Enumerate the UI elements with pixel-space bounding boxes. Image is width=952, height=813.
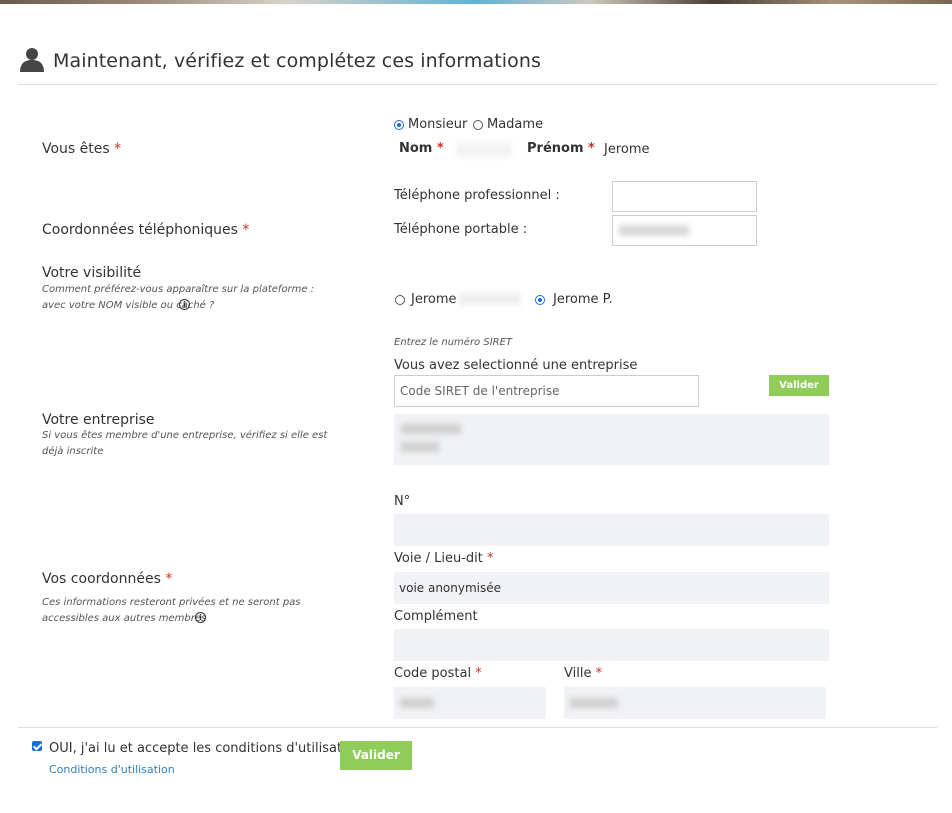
terms-link[interactable]: Conditions d'utilisation xyxy=(49,763,175,776)
address-info-icon[interactable]: i xyxy=(195,612,206,623)
radio-madame-label[interactable]: Madame xyxy=(487,117,543,132)
page-title: Maintenant, vérifiez et complétez ces in… xyxy=(53,50,542,72)
accept-terms-checkbox[interactable] xyxy=(32,741,42,751)
user-icon xyxy=(20,48,44,72)
complement-input[interactable] xyxy=(394,629,829,661)
phone-mobile-label: Téléphone portable : xyxy=(394,222,528,237)
accept-terms-label[interactable]: OUI, j'ai lu et accepte les conditions d… xyxy=(49,741,362,756)
phones-label: Coordonnées téléphoniques * xyxy=(42,222,250,238)
company-info-box xyxy=(394,414,829,465)
ville-input[interactable] xyxy=(564,687,826,719)
nom-label: Nom * xyxy=(399,141,444,156)
siret-validate-button[interactable]: Valider xyxy=(769,375,829,396)
voie-label: Voie / Lieu-dit * xyxy=(394,551,494,566)
company-help: Si vous êtes membre d'une entreprise, vé… xyxy=(42,430,328,457)
visibility-info-icon[interactable]: i xyxy=(179,299,190,310)
radio-madame[interactable] xyxy=(473,120,483,130)
company-selected-text: Vous avez selectionné une entreprise xyxy=(394,358,638,373)
visibility-name-redacted xyxy=(459,293,521,305)
radio-monsieur-label[interactable]: Monsieur xyxy=(408,117,467,132)
footer-divider xyxy=(18,727,937,728)
phone-pro-input[interactable] xyxy=(612,181,757,212)
complement-label: Complément xyxy=(394,609,478,624)
phone-pro-label: Téléphone professionnel : xyxy=(394,188,560,203)
radio-visibility-short[interactable] xyxy=(535,295,545,305)
phone-mobile-input[interactable] xyxy=(612,215,757,246)
radio-monsieur[interactable] xyxy=(394,120,404,130)
numero-input[interactable] xyxy=(394,514,829,546)
radio-visibility-full[interactable] xyxy=(395,295,405,305)
submit-button[interactable]: Valider xyxy=(340,741,412,770)
siret-input[interactable]: Code SIRET de l'entreprise xyxy=(394,375,699,407)
cp-label: Code postal * xyxy=(394,666,482,681)
nom-value-redacted xyxy=(456,143,512,157)
radio-visibility-short-label[interactable]: Jerome P. xyxy=(553,292,613,307)
visibility-label: Votre visibilité xyxy=(42,265,142,281)
header-banner-image xyxy=(0,0,952,4)
siret-hint: Entrez le numéro SIRET xyxy=(394,337,513,348)
ville-label: Ville * xyxy=(564,666,603,681)
title-divider xyxy=(18,84,937,85)
company-label: Votre entreprise xyxy=(42,412,155,428)
prenom-value: Jerome xyxy=(604,142,650,157)
address-help: Ces informations resteront privées et ne… xyxy=(42,597,301,624)
cp-input[interactable] xyxy=(394,687,546,719)
prenom-label: Prénom * xyxy=(527,141,595,156)
radio-visibility-full-label[interactable]: Jerome xyxy=(411,292,457,307)
numero-label: N° xyxy=(394,494,411,509)
civility-label: Vous êtes * xyxy=(42,141,122,157)
address-label: Vos coordonnées * xyxy=(42,571,173,587)
voie-input[interactable]: voie anonymisée xyxy=(394,572,829,604)
